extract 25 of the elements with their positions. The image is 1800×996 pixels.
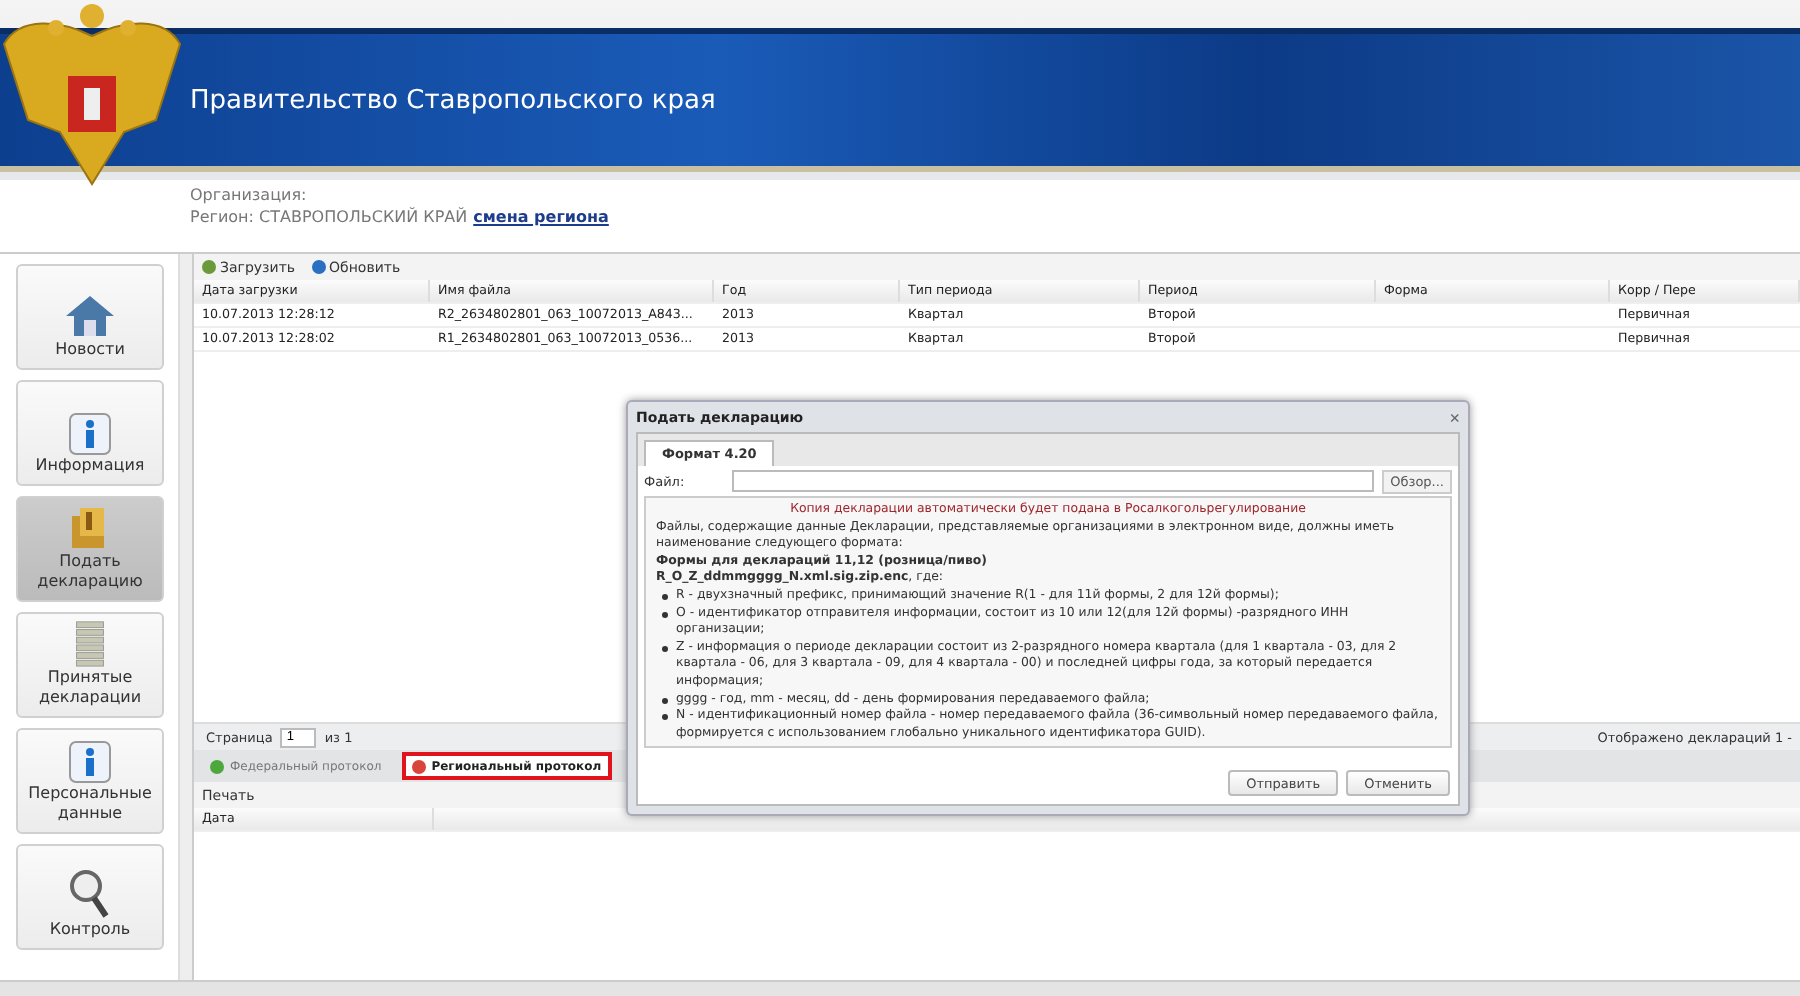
scrollbar[interactable] (178, 254, 192, 980)
info-icon (68, 740, 112, 784)
sidebar-item[interactable]: Информация (16, 380, 164, 486)
close-button[interactable]: × (1449, 407, 1460, 427)
sidebar-item[interactable]: Подать декларацию (16, 496, 164, 602)
sidebar-item[interactable]: Новости (16, 264, 164, 370)
region-label: Регион: СТАВРОПОЛЬСКИЙ КРАЙ (190, 208, 468, 226)
sidebar-item[interactable]: Контроль (16, 844, 164, 950)
error-icon (411, 759, 426, 773)
house-icon (64, 292, 116, 340)
sidebar-item[interactable]: Принятые декларации (16, 612, 164, 718)
document-stack-icon (72, 618, 108, 668)
info-icon (68, 412, 112, 456)
search-icon (68, 868, 112, 920)
bullet-icon (662, 714, 668, 721)
sidebar-item[interactable]: Персональные данные (16, 728, 164, 834)
bullet-icon (662, 593, 668, 600)
change-region-link[interactable]: смена региона (473, 208, 609, 226)
bullet-icon (662, 645, 668, 652)
bullet-icon (662, 611, 668, 618)
site-title: Правительство Ставропольского края (190, 85, 716, 115)
organization-label: Организация: (190, 184, 309, 206)
check-icon (210, 759, 224, 773)
file-field[interactable] (732, 470, 1375, 492)
bullet-icon (662, 697, 668, 704)
